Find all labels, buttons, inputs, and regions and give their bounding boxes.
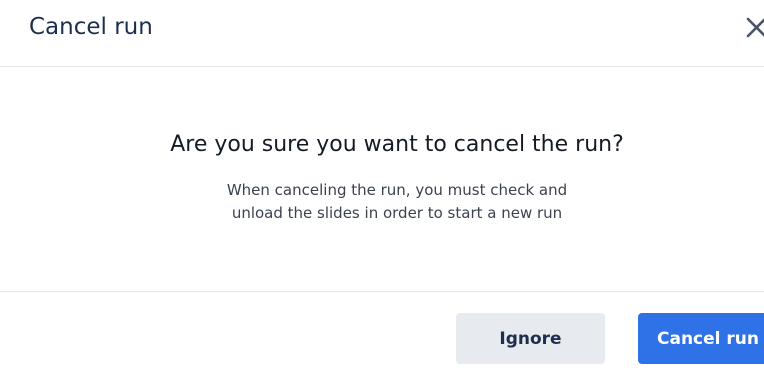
cancel-run-button[interactable]: Cancel run	[638, 313, 764, 364]
description-line-2: unload the slides in order to start a ne…	[231, 204, 563, 222]
description-line-1: When canceling the run, you must check a…	[226, 181, 568, 199]
dialog-body: Are you sure you want to cancel the run?…	[0, 67, 764, 291]
confirmation-question: Are you sure you want to cancel the run?	[170, 132, 624, 157]
close-icon-glyph	[746, 17, 764, 38]
close-icon[interactable]	[744, 14, 764, 40]
cancel-run-dialog: Cancel run Are you sure you want to canc…	[0, 0, 764, 371]
dialog-header: Cancel run	[0, 0, 764, 67]
confirmation-description: When canceling the run, you must check a…	[0, 179, 764, 225]
dialog-footer: Ignore Cancel run	[0, 291, 764, 371]
ignore-button[interactable]: Ignore	[456, 313, 605, 364]
dialog-title: Cancel run	[29, 14, 153, 40]
